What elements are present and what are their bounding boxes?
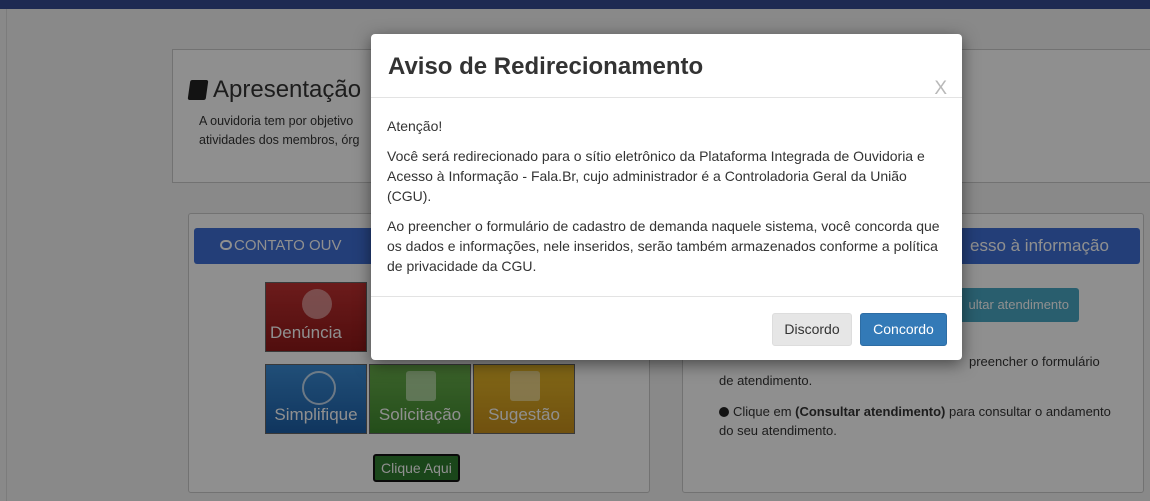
book-icon [187,80,209,100]
acesso-text-2: Clique em (Consultar atendimento) para c… [719,404,1111,438]
computer-icon [406,371,436,401]
modal-paragraph-consent: Ao preencher o formulário de cadastro de… [387,218,940,274]
concordo-button[interactable]: Concordo [860,313,947,346]
top-navbar [0,0,1150,9]
modal-title: Aviso de Redirecionamento [388,53,704,80]
close-icon[interactable]: X [934,78,947,100]
lightbulb-icon [302,371,336,405]
tile-simplifique[interactable]: Simplifique [265,364,367,434]
apresentacao-title: Apresentação [187,76,361,104]
modal-footer: Discordo Concordo [371,296,962,361]
chat-icon [220,240,232,250]
modal-paragraph-redirect: Você será redirecionado para o sítio ele… [387,148,925,204]
clique-aqui-button[interactable]: Clique Aqui [373,454,460,482]
tile-sugestao[interactable]: Sugestão [473,364,575,434]
megaphone-icon [302,289,332,319]
modal-header: Aviso de Redirecionamento X [371,34,962,100]
redirect-modal: Aviso de Redirecionamento X Atenção! Voc… [371,34,962,360]
modal-attention: Atenção! [387,118,443,134]
consultar-atendimento-button[interactable]: ultar atendimento [947,288,1079,322]
discordo-button[interactable]: Discordo [772,313,852,346]
paper-plane-icon [510,371,540,401]
tile-solicitacao[interactable]: Solicitação [369,364,471,434]
tile-denuncia[interactable]: Denúncia [265,282,367,352]
modal-body: Atenção! Você será redirecionado para o … [387,116,947,286]
info-icon [719,407,729,417]
